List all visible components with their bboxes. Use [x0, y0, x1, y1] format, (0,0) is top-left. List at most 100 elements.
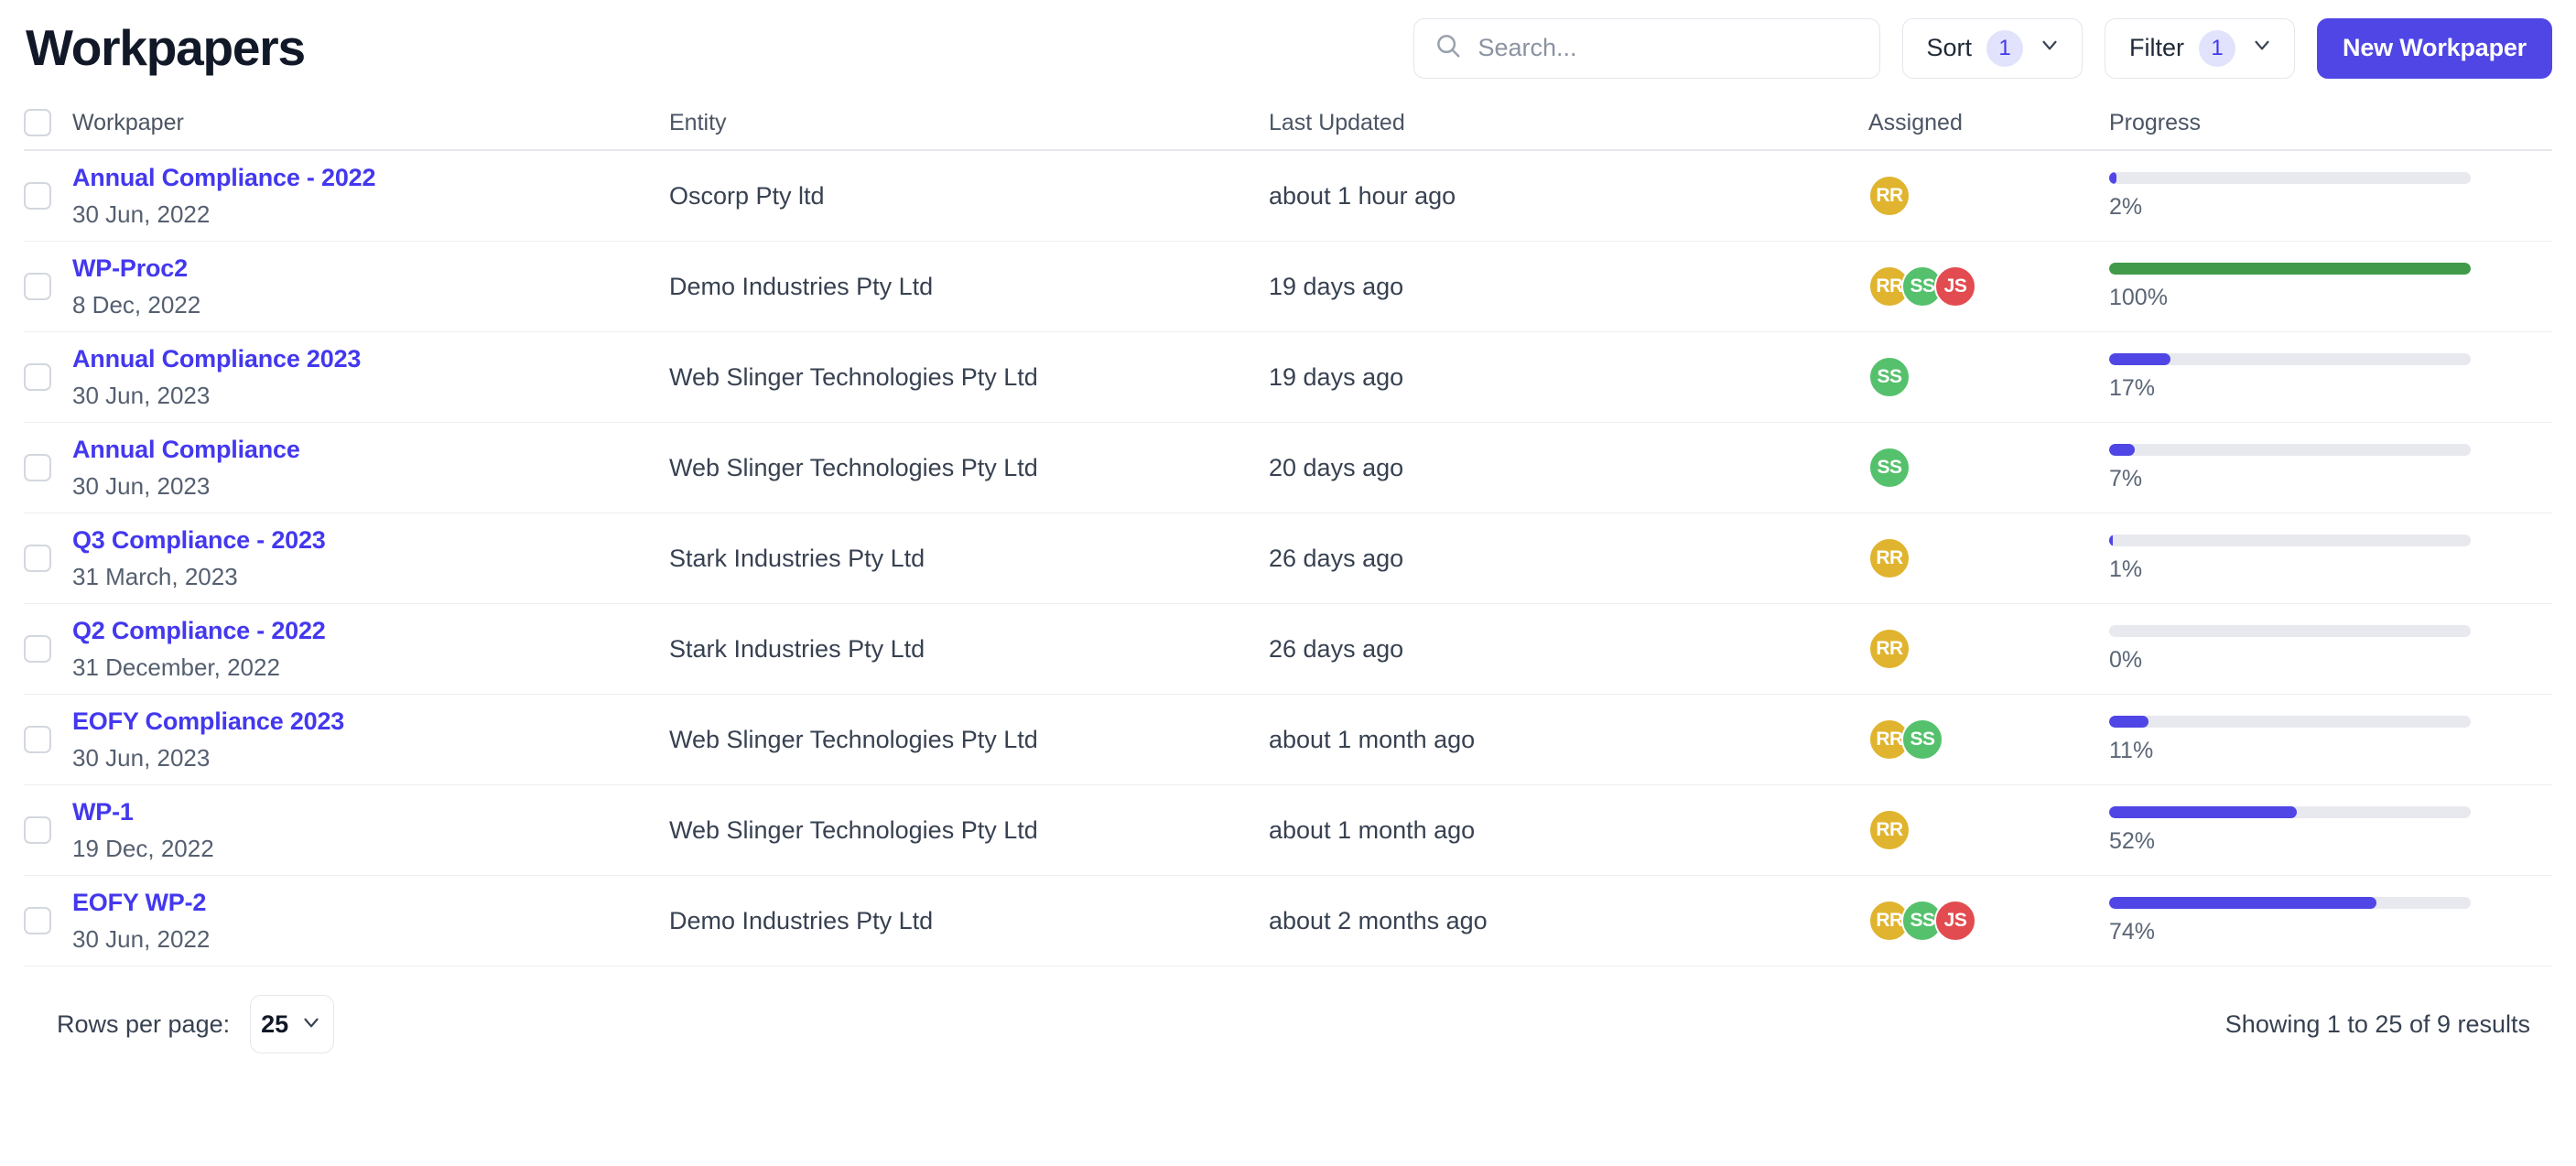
- avatar[interactable]: RR: [1868, 628, 1910, 670]
- column-header-assigned[interactable]: Assigned: [1868, 110, 2109, 136]
- workpaper-link[interactable]: Annual Compliance - 2022: [72, 163, 669, 194]
- table-row[interactable]: Annual Compliance - 2022 30 Jun, 2022 Osco…: [24, 151, 2552, 242]
- progress-wrapper: 0%: [2109, 624, 2471, 674]
- progress-cell: 2%: [2109, 171, 2552, 221]
- avatar[interactable]: SS: [1868, 447, 1910, 489]
- table-row[interactable]: EOFY Compliance 2023 30 Jun, 2023 Web Slin…: [24, 695, 2552, 785]
- new-workpaper-button[interactable]: New Workpaper: [2317, 17, 2552, 79]
- last-updated-cell: 20 days ago: [1269, 454, 1868, 482]
- avatar[interactable]: RR: [1868, 175, 1910, 217]
- row-select-cell: [24, 454, 72, 481]
- column-header-progress[interactable]: Progress: [2109, 110, 2552, 136]
- avatar[interactable]: JS: [1934, 900, 1976, 942]
- last-updated-value: about 1 month ago: [1269, 815, 1476, 844]
- entity-name: Web Slinger Technologies Pty Ltd: [669, 362, 1038, 391]
- table-row[interactable]: Q3 Compliance - 2023 31 March, 2023 Stark …: [24, 513, 2552, 604]
- last-updated-value: 26 days ago: [1269, 544, 1404, 572]
- last-updated-value: 26 days ago: [1269, 634, 1404, 663]
- progress-track: [2109, 805, 2471, 818]
- select-all-checkbox[interactable]: [24, 109, 51, 136]
- workpaper-link[interactable]: WP-1: [72, 797, 669, 828]
- progress-track: [2109, 262, 2471, 275]
- progress-wrapper: 52%: [2109, 805, 2471, 855]
- workpaper-link[interactable]: Annual Compliance 2023: [72, 344, 669, 375]
- chevron-down-icon: [299, 1010, 323, 1039]
- avatar-group: RR SS JS: [1868, 900, 2109, 942]
- progress-label: 74%: [2109, 918, 2156, 945]
- workpaper-link[interactable]: Q2 Compliance - 2022: [72, 616, 669, 647]
- row-select-checkbox[interactable]: [24, 273, 51, 300]
- workpaper-link[interactable]: EOFY Compliance 2023: [72, 707, 669, 738]
- progress-label: 7%: [2109, 465, 2143, 491]
- avatar[interactable]: SS: [1868, 356, 1910, 398]
- row-select-checkbox[interactable]: [24, 363, 51, 391]
- row-select-checkbox[interactable]: [24, 545, 51, 572]
- workpaper-link[interactable]: Q3 Compliance - 2023: [72, 525, 669, 556]
- progress-fill: [2109, 352, 2171, 365]
- table-row[interactable]: Q2 Compliance - 2022 31 December, 2022 Sta…: [24, 604, 2552, 695]
- avatar[interactable]: JS: [1934, 265, 1976, 308]
- column-header-entity[interactable]: Entity: [669, 110, 1269, 136]
- last-updated-value: about 1 hour ago: [1269, 181, 1456, 210]
- table-row[interactable]: EOFY WP-2 30 Jun, 2022 Demo Industries Pty…: [24, 876, 2552, 966]
- assigned-cell: RR: [1868, 628, 2109, 670]
- rows-per-page-select[interactable]: 25: [250, 995, 335, 1053]
- table-header-row: Workpaper Entity Last Updated Assigned P…: [24, 96, 2552, 151]
- workpaper-link[interactable]: EOFY WP-2: [72, 888, 669, 919]
- progress-cell: 17%: [2109, 352, 2552, 402]
- workpaper-cell: WP-1 19 Dec, 2022: [72, 797, 669, 863]
- workpaper-link[interactable]: WP-Proc2: [72, 254, 669, 285]
- workpaper-date: 31 December, 2022: [72, 653, 280, 681]
- table-row[interactable]: Annual Compliance 30 Jun, 2023 Web Slinger…: [24, 423, 2552, 513]
- workpaper-cell: Annual Compliance 2023 30 Jun, 2023: [72, 344, 669, 410]
- row-select-cell: [24, 726, 72, 753]
- avatar[interactable]: RR: [1868, 537, 1910, 579]
- header-toolbar: Sort 1 Filter 1 New Workpaper: [1412, 17, 2552, 79]
- progress-wrapper: 7%: [2109, 443, 2471, 492]
- row-select-cell: [24, 635, 72, 663]
- row-select-checkbox[interactable]: [24, 454, 51, 481]
- assigned-cell: RR SS JS: [1868, 265, 2109, 308]
- progress-wrapper: 1%: [2109, 534, 2471, 583]
- progress-wrapper: 11%: [2109, 715, 2471, 764]
- search-input[interactable]: [1476, 33, 1859, 63]
- table-row[interactable]: WP-1 19 Dec, 2022 Web Slinger Technologies…: [24, 785, 2552, 876]
- row-select-cell: [24, 545, 72, 572]
- row-select-checkbox[interactable]: [24, 816, 51, 844]
- row-select-checkbox[interactable]: [24, 907, 51, 934]
- progress-wrapper: 17%: [2109, 352, 2471, 402]
- workpapers-table: Workpaper Entity Last Updated Assigned P…: [0, 96, 2576, 966]
- entity-cell: Demo Industries Pty Ltd: [669, 273, 1269, 301]
- entity-cell: Web Slinger Technologies Pty Ltd: [669, 454, 1269, 482]
- table-row[interactable]: WP-Proc2 8 Dec, 2022 Demo Industries Pty L…: [24, 242, 2552, 332]
- workpaper-cell: WP-Proc2 8 Dec, 2022: [72, 254, 669, 319]
- progress-cell: 11%: [2109, 715, 2552, 764]
- progress-label: 2%: [2109, 193, 2143, 220]
- filter-button[interactable]: Filter 1: [2105, 17, 2296, 79]
- progress-wrapper: 2%: [2109, 171, 2471, 221]
- workpaper-date: 30 Jun, 2022: [72, 924, 211, 953]
- progress-cell: 1%: [2109, 534, 2552, 583]
- avatar[interactable]: RR: [1868, 809, 1910, 851]
- row-select-checkbox[interactable]: [24, 182, 51, 210]
- search-box[interactable]: [1412, 17, 1880, 79]
- workpaper-cell: Annual Compliance 30 Jun, 2023: [72, 435, 669, 501]
- entity-name: Web Slinger Technologies Pty Ltd: [669, 453, 1038, 481]
- row-select-checkbox[interactable]: [24, 726, 51, 753]
- table-row[interactable]: Annual Compliance 2023 30 Jun, 2023 Web Sl…: [24, 332, 2552, 423]
- avatar[interactable]: SS: [1901, 718, 1943, 761]
- sort-button[interactable]: Sort 1: [1901, 17, 2084, 79]
- rows-per-page-group: Rows per page: 25: [57, 995, 335, 1053]
- progress-track: [2109, 715, 2471, 728]
- workpaper-cell: Annual Compliance - 2022 30 Jun, 2022: [72, 163, 669, 229]
- workpaper-cell: Q2 Compliance - 2022 31 December, 2022: [72, 616, 669, 682]
- column-header-workpaper[interactable]: Workpaper: [72, 110, 669, 136]
- progress-wrapper: 100%: [2109, 262, 2471, 311]
- progress-fill: [2109, 896, 2377, 909]
- table-footer: Rows per page: 25 Showing 1 to 25 of 9 r…: [0, 974, 2576, 1074]
- results-summary: Showing 1 to 25 of 9 results: [2224, 1009, 2530, 1038]
- workpaper-link[interactable]: Annual Compliance: [72, 435, 669, 466]
- assigned-cell: RR: [1868, 175, 2109, 217]
- row-select-checkbox[interactable]: [24, 635, 51, 663]
- column-header-last-updated[interactable]: Last Updated: [1269, 110, 1868, 136]
